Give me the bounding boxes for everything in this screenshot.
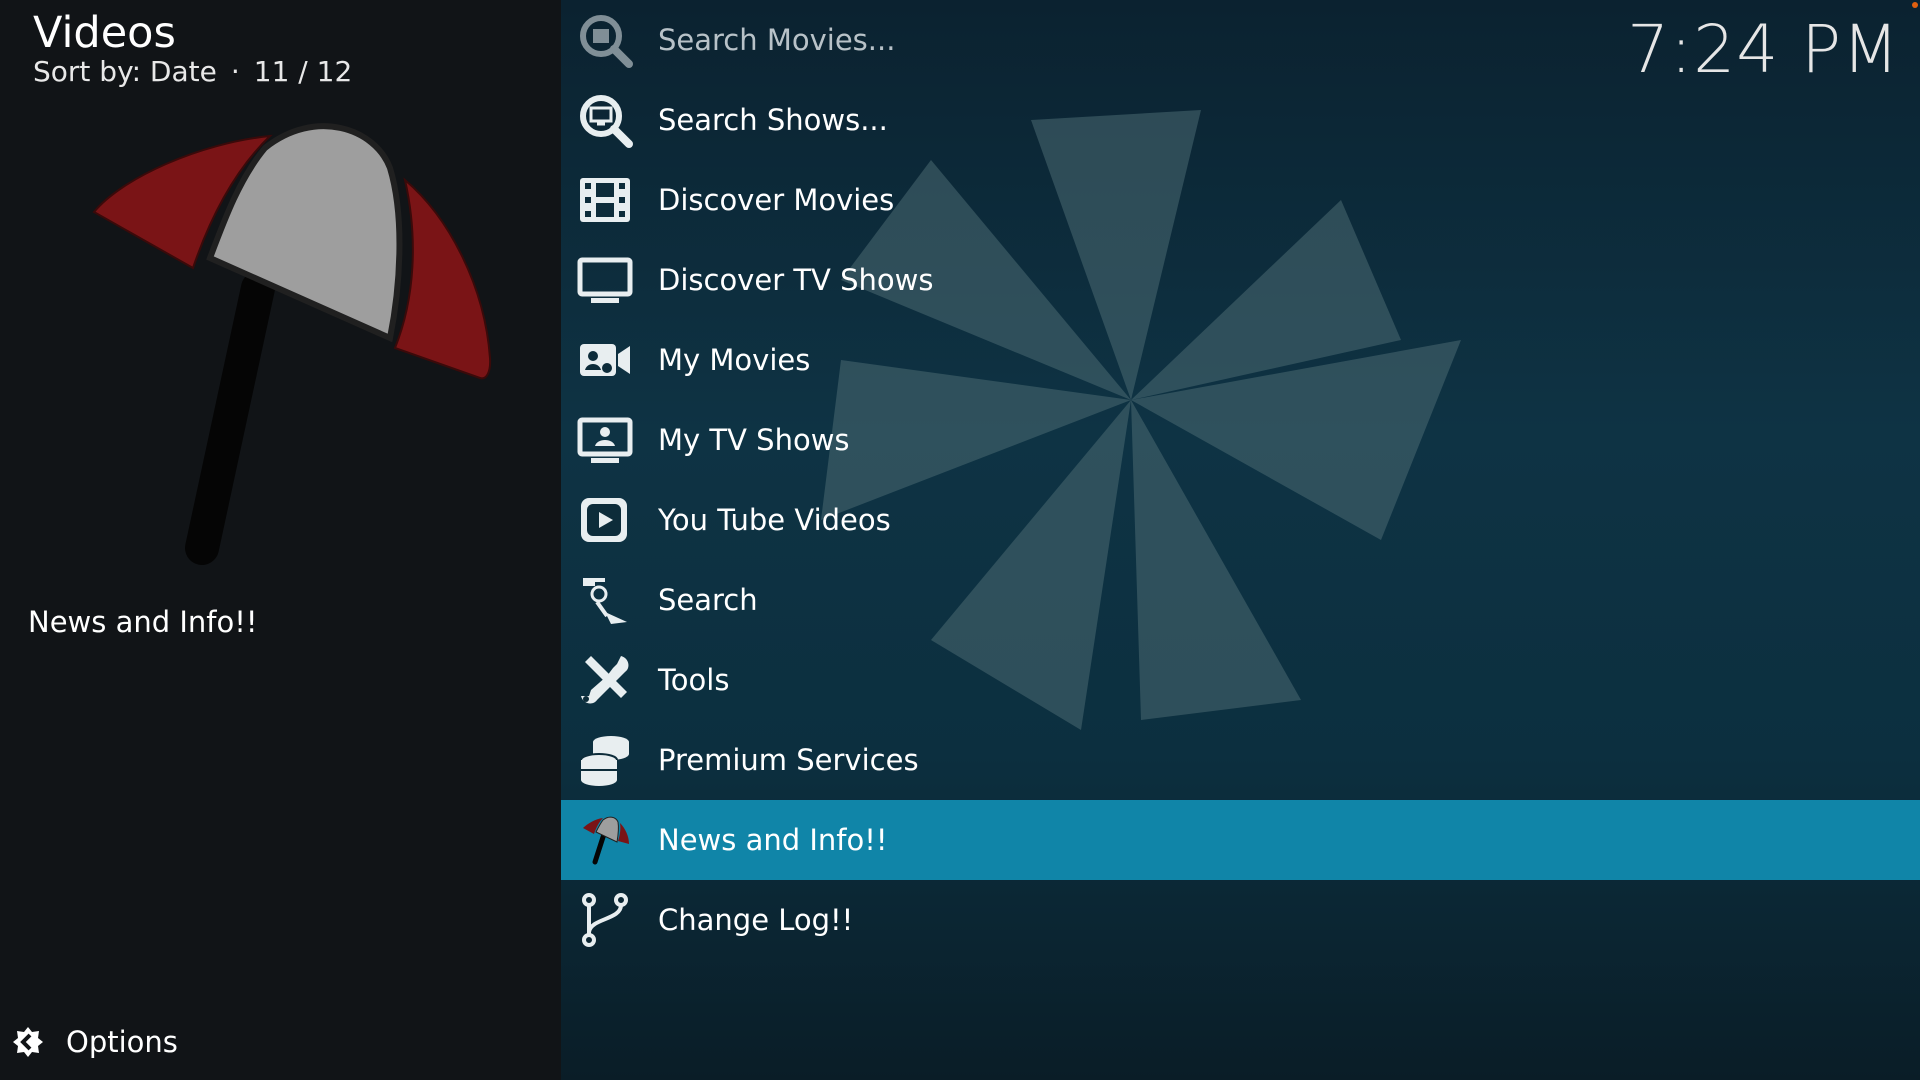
options-button[interactable]: Options <box>10 1020 178 1064</box>
menu-item-label: Search Movies... <box>658 23 896 57</box>
menu-item-my-movies[interactable]: My Movies <box>561 320 1920 400</box>
menu-item-my-tv-shows[interactable]: My TV Shows <box>561 400 1920 480</box>
menu-item-label: Discover TV Shows <box>658 263 934 297</box>
options-label: Options <box>66 1025 178 1059</box>
media-center-screen: Videos Sort by: Date · 11 / 12 News and In… <box>0 0 1920 1080</box>
menu-item-tools[interactable]: Tools <box>561 640 1920 720</box>
menu-item-news-and-info[interactable]: News and Info!! <box>561 800 1920 880</box>
sort-label: Sort by: Date <box>33 55 217 88</box>
play-icon <box>581 498 627 542</box>
menu-item-label: Change Log!! <box>658 903 854 937</box>
menu-item-change-log[interactable]: Change Log!! <box>561 880 1920 960</box>
menu-item-label: Search <box>658 583 758 617</box>
umbrella-icon <box>92 123 492 565</box>
film-icon <box>580 178 630 222</box>
menu-item-premium-services[interactable]: Premium Services <box>561 720 1920 800</box>
search-tools-icon <box>583 578 627 624</box>
umbrella-icon <box>583 816 629 865</box>
menu-item-label: My TV Shows <box>658 423 850 457</box>
menu-item-label: You Tube Videos <box>658 503 891 537</box>
item-position: 11 / 12 <box>253 55 353 88</box>
branch-icon <box>582 893 628 947</box>
coins-icon <box>580 736 629 786</box>
info-panel: Videos Sort by: Date · 11 / 12 News and In… <box>0 0 561 1080</box>
tools-icon <box>581 656 629 704</box>
menu-item-label: Search Shows... <box>658 103 888 137</box>
menu-panel: 7:24 PM Search Movies... Search Shows...… <box>561 0 1920 1080</box>
menu-item-discover-movies[interactable]: Discover Movies <box>561 160 1920 240</box>
selected-item-description: News and Info!! <box>28 605 258 639</box>
menu-item-label: News and Info!! <box>658 823 888 857</box>
window-title: Videos <box>33 8 176 58</box>
sort-info: Sort by: Date · 11 / 12 <box>33 54 352 90</box>
menu-item-search-movies[interactable]: Search Movies... <box>561 0 1920 80</box>
menu-item-label: Premium Services <box>658 743 919 777</box>
separator-dot: · <box>230 55 240 88</box>
video-camera-icon <box>580 344 630 376</box>
tv-person-icon <box>577 417 633 463</box>
menu-item-discover-tv-shows[interactable]: Discover TV Shows <box>561 240 1920 320</box>
menu-item-label: Tools <box>658 663 730 697</box>
search-movies-icon <box>580 15 633 68</box>
menu-item-search[interactable]: Search <box>561 560 1920 640</box>
menu-item-label: Discover Movies <box>658 183 895 217</box>
menu-item-search-shows[interactable]: Search Shows... <box>561 80 1920 160</box>
search-shows-icon <box>580 95 633 148</box>
menu-item-label: My Movies <box>658 343 811 377</box>
menu-item-youtube-videos[interactable]: You Tube Videos <box>561 480 1920 560</box>
tv-icon <box>577 257 633 303</box>
options-icon <box>13 1027 43 1057</box>
